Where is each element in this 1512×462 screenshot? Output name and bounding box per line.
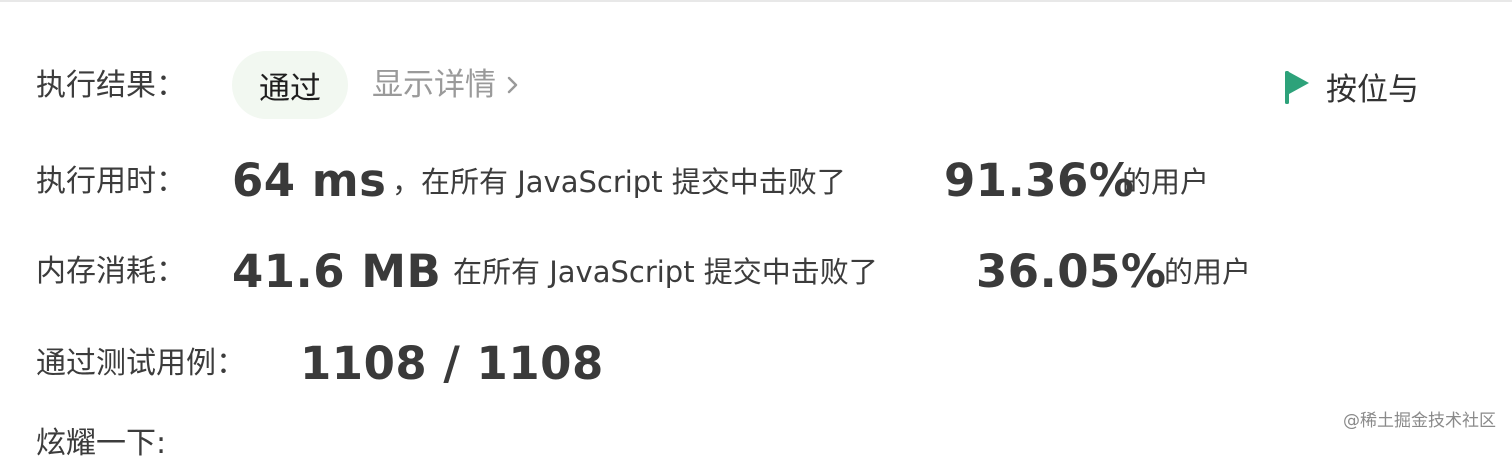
memory-percent: 36.05% — [976, 245, 1167, 298]
tag-button[interactable]: 按位与 — [1282, 64, 1419, 109]
memory-value: 41.6 MB — [232, 245, 442, 298]
watermark: @稀土掘金技术社区 — [1343, 411, 1496, 431]
memory-beat-text: ，在所有 JavaScript 提交中击败了 — [424, 255, 878, 289]
flag-icon — [1285, 70, 1309, 104]
status-badge: 通过 — [232, 51, 348, 119]
memory-suffix: 的用户 — [1164, 255, 1252, 289]
tests-value: 1108 / 1108 — [300, 337, 604, 390]
share-label: 炫耀一下: — [36, 426, 167, 461]
runtime-suffix: 的用户 — [1122, 165, 1210, 199]
tag-button-label: 按位与 — [1326, 72, 1419, 108]
runtime-value: 64 ms — [232, 154, 387, 207]
memory-label: 内存消耗： — [36, 254, 186, 289]
show-details-label: 显示详情 — [372, 67, 496, 103]
runtime-label: 执行用时： — [36, 164, 186, 199]
status-text: 通过 — [259, 70, 321, 107]
tests-label: 通过测试用例： — [36, 346, 246, 381]
result-label: 执行结果： — [36, 68, 186, 103]
submission-result-card: 执行结果： 通过 显示详情 按位与 执行用时： 64 ms ，在所有 JavaS… — [0, 0, 1512, 461]
runtime-beat-text: ，在所有 JavaScript 提交中击败了 — [392, 165, 846, 199]
runtime-percent: 91.36% — [944, 154, 1135, 207]
show-details-link[interactable]: 显示详情 — [372, 65, 520, 105]
chevron-right-icon — [507, 76, 518, 94]
